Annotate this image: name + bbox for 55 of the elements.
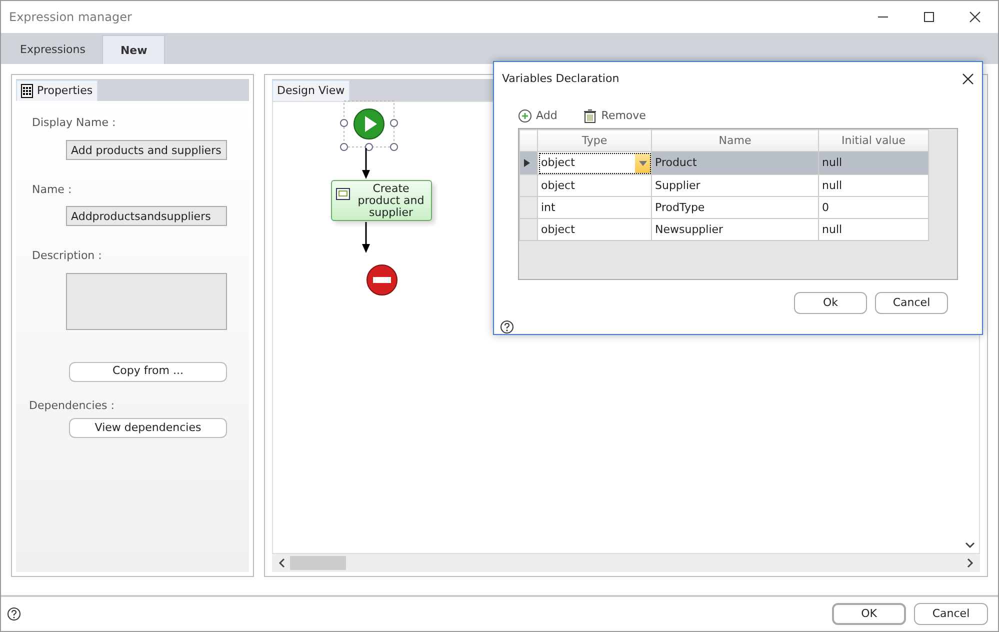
table-cell: Newsupplier <box>652 218 818 241</box>
activity-label: Create product and supplier <box>356 183 426 218</box>
input-field[interactable]: Add products and suppliers <box>66 140 227 160</box>
help-icon[interactable] <box>7 607 21 621</box>
table-cell: Supplier <box>652 174 818 197</box>
help-icon[interactable] <box>500 320 514 334</box>
scroll-left-icon <box>278 558 286 568</box>
dropdown-cell[interactable]: object <box>538 152 652 175</box>
table-cell: object <box>538 218 652 241</box>
column-header[interactable]: Name <box>652 130 818 152</box>
connector-arrow <box>361 222 371 254</box>
table-cell: null <box>818 152 928 175</box>
table-cell: object <box>538 174 652 197</box>
column-header[interactable]: Initial value <box>818 130 928 152</box>
toolbar-button[interactable]: Remove <box>583 108 646 124</box>
field-label: Dependencies : <box>29 398 116 414</box>
view-dependencies-button[interactable]: View dependencies <box>69 418 227 438</box>
field-label: Name : <box>32 182 73 198</box>
table-cell: ProdType <box>652 196 818 219</box>
table-cell: null <box>818 174 928 197</box>
close-icon[interactable] <box>962 72 974 85</box>
dialog-button[interactable]: Cancel <box>875 292 948 314</box>
dialog-title: Variables Declaration <box>502 70 620 87</box>
panel-tab[interactable]: Design View <box>272 80 350 101</box>
scroll-thumb[interactable] <box>290 556 346 570</box>
panel-tab-label: Properties <box>37 82 93 99</box>
toolbar-button[interactable]: Add <box>518 108 558 124</box>
tab[interactable]: New <box>102 35 166 64</box>
dialog-button[interactable]: Cancel <box>914 603 988 625</box>
table-cell: 0 <box>818 196 928 219</box>
copy-button[interactable]: Copy from ... <box>69 362 227 382</box>
activity-node[interactable]: Create product and supplier <box>331 180 432 221</box>
tab[interactable]: Expressions <box>3 35 102 64</box>
dialog-button[interactable]: Ok <box>794 292 867 314</box>
table-cell: Product <box>652 152 818 175</box>
screen-icon <box>336 188 350 200</box>
horizontal-scrollbar[interactable] <box>272 554 980 572</box>
column-header[interactable]: Type <box>538 130 652 152</box>
add-icon <box>518 108 532 124</box>
table-cell: int <box>538 196 652 219</box>
maximize-icon[interactable] <box>923 11 935 23</box>
panel-tab[interactable]: Properties <box>16 80 98 101</box>
scroll-down-icon <box>965 541 975 549</box>
scroll-right-icon <box>966 558 974 568</box>
table-cell: null <box>818 218 928 241</box>
properties-icon <box>21 84 33 98</box>
close-icon[interactable] <box>969 11 981 23</box>
field-label: Display Name : <box>32 115 117 131</box>
dialog-button[interactable]: OK <box>832 603 906 625</box>
input-field[interactable]: Addproductsandsuppliers <box>66 206 227 226</box>
connector-arrow <box>361 148 371 180</box>
trash-icon <box>583 108 598 124</box>
caret-icon <box>639 160 647 166</box>
field-label: Description : <box>32 248 103 264</box>
window-title: Expression manager <box>9 9 133 26</box>
